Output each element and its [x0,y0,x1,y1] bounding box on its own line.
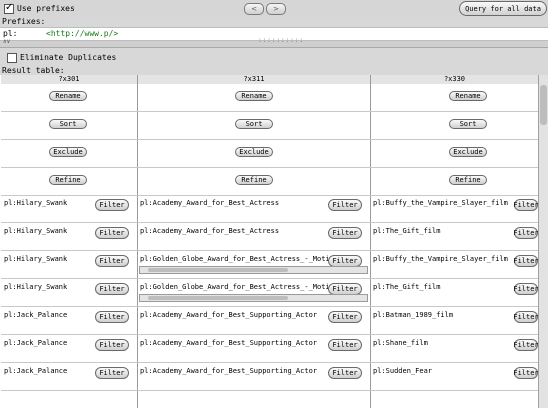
filter-button[interactable]: Filter [513,367,539,379]
table-cell[interactable]: pl:Academy_Award_for_Best_Supporting_Act… [140,339,328,347]
filter-button[interactable]: Filter [328,367,362,379]
table-cell[interactable]: pl:Hilary_Swank [4,227,94,235]
filter-button[interactable]: Filter [95,339,129,351]
table-cell[interactable]: pl:The_Gift_film [373,283,513,291]
sort-button[interactable]: Sort [49,119,87,129]
filter-button[interactable]: Filter [513,339,539,351]
table-cell[interactable]: pl:Academy_Award_for_Best_Actress [140,199,328,207]
filter-button[interactable]: Filter [513,283,539,295]
table-cell[interactable]: pl:Academy_Award_for_Best_Supporting_Act… [140,311,328,319]
filter-button[interactable]: Filter [513,255,539,267]
row-divider [1,222,538,223]
column-header-1[interactable]: ?x301 [1,75,137,84]
table-cell[interactable]: pl:Buffy_the_Vampire_Slayer_film [373,199,513,207]
filter-button[interactable]: Filter [513,227,539,239]
filter-button[interactable]: Filter [328,339,362,351]
use-prefixes-label: Use prefixes [17,4,75,13]
sort-button[interactable]: Sort [235,119,273,129]
table-cell[interactable]: pl:Academy_Award_for_Best_Supporting_Act… [140,367,328,375]
prefixes-label: Prefixes: [2,17,46,26]
table-cell[interactable]: pl:Jack_Palance [4,339,94,347]
row-divider [1,195,538,196]
table-cell[interactable]: pl:Batman_1989_film [373,311,513,319]
eliminate-duplicates-label: Eliminate Duplicates [20,53,117,62]
filter-button[interactable]: Filter [328,199,362,211]
row-divider [1,362,538,363]
table-cell[interactable]: pl:Hilary_Swank [4,283,94,291]
column-header-2[interactable]: ?x311 [138,75,370,84]
row-divider [1,390,538,391]
query-all-button[interactable]: Query for all data [459,1,547,16]
table-cell[interactable]: pl:Academy_Award_for_Best_Actress [140,227,328,235]
cell-horizontal-scrollbar[interactable] [139,294,368,302]
column-divider[interactable] [137,75,138,408]
scroll-thumb[interactable] [148,268,288,272]
back-button[interactable]: < [244,3,264,15]
exclude-button[interactable]: Exclude [49,147,87,157]
rename-button[interactable]: Rename [449,91,487,101]
chevron-right-icon: > [273,5,279,13]
row-divider [1,139,538,140]
row-divider [1,334,538,335]
filter-button[interactable]: Filter [328,227,362,239]
rename-button[interactable]: Rename [49,91,87,101]
row-divider [1,250,538,251]
exclude-button[interactable]: Exclude [235,147,273,157]
prefix-uri: <http://www.p/> [46,29,119,38]
refine-button[interactable]: Refine [235,175,273,185]
rename-button[interactable]: Rename [235,91,273,101]
forward-button[interactable]: > [266,3,286,15]
column-header-3[interactable]: ?x330 [371,75,538,84]
scroll-thumb[interactable] [540,85,547,125]
result-table-label: Result table: [2,66,65,75]
filter-button[interactable]: Filter [95,311,129,323]
scroll-thumb[interactable] [148,296,288,300]
toolbar: Use prefixes < > Query for all data [0,0,548,17]
grip-icon: :::::::::: [258,37,305,44]
table-cell[interactable]: pl:Hilary_Swank [4,199,94,207]
filter-button[interactable]: Filter [95,199,129,211]
chevron-left-icon: < [251,5,257,13]
splitter[interactable]: ∧∨ :::::::::: [0,37,548,48]
filter-button[interactable]: Filter [95,283,129,295]
exclude-button[interactable]: Exclude [449,147,487,157]
filter-button[interactable]: Filter [328,311,362,323]
table-cell[interactable]: pl:Buffy_the_Vampire_Slayer_film [373,255,513,263]
row-divider [1,167,538,168]
vertical-scrollbar[interactable] [538,75,548,408]
table-cell[interactable]: pl:Sudden_Fear [373,367,513,375]
filter-button[interactable]: Filter [95,227,129,239]
row-divider [1,278,538,279]
prefix-name: pl: [3,29,18,38]
table-cell[interactable]: pl:Jack_Palance [4,367,94,375]
refine-button[interactable]: Refine [49,175,87,185]
eliminate-duplicates-checkbox[interactable] [7,53,17,63]
table-cell[interactable]: pl:Hilary_Swank [4,255,94,263]
filter-button[interactable]: Filter [95,367,129,379]
collapse-icon: ∧∨ [3,38,11,45]
table-cell[interactable]: pl:Jack_Palance [4,311,94,319]
filter-button[interactable]: Filter [95,255,129,267]
filter-button[interactable]: Filter [513,199,539,211]
row-divider [1,111,538,112]
refine-button[interactable]: Refine [449,175,487,185]
cell-horizontal-scrollbar[interactable] [139,266,368,274]
table-cell[interactable]: pl:Golden_Globe_Award_for_Best_Actress_-… [140,283,328,291]
row-divider [1,306,538,307]
table-cell[interactable]: pl:The_Gift_film [373,227,513,235]
use-prefixes-checkbox[interactable] [4,2,14,14]
filter-button[interactable]: Filter [513,311,539,323]
sort-button[interactable]: Sort [449,119,487,129]
table-cell[interactable]: pl:Golden_Globe_Award_for_Best_Actress_-… [140,255,328,263]
column-divider[interactable] [370,75,371,408]
table-cell[interactable]: pl:Shane_film [373,339,513,347]
